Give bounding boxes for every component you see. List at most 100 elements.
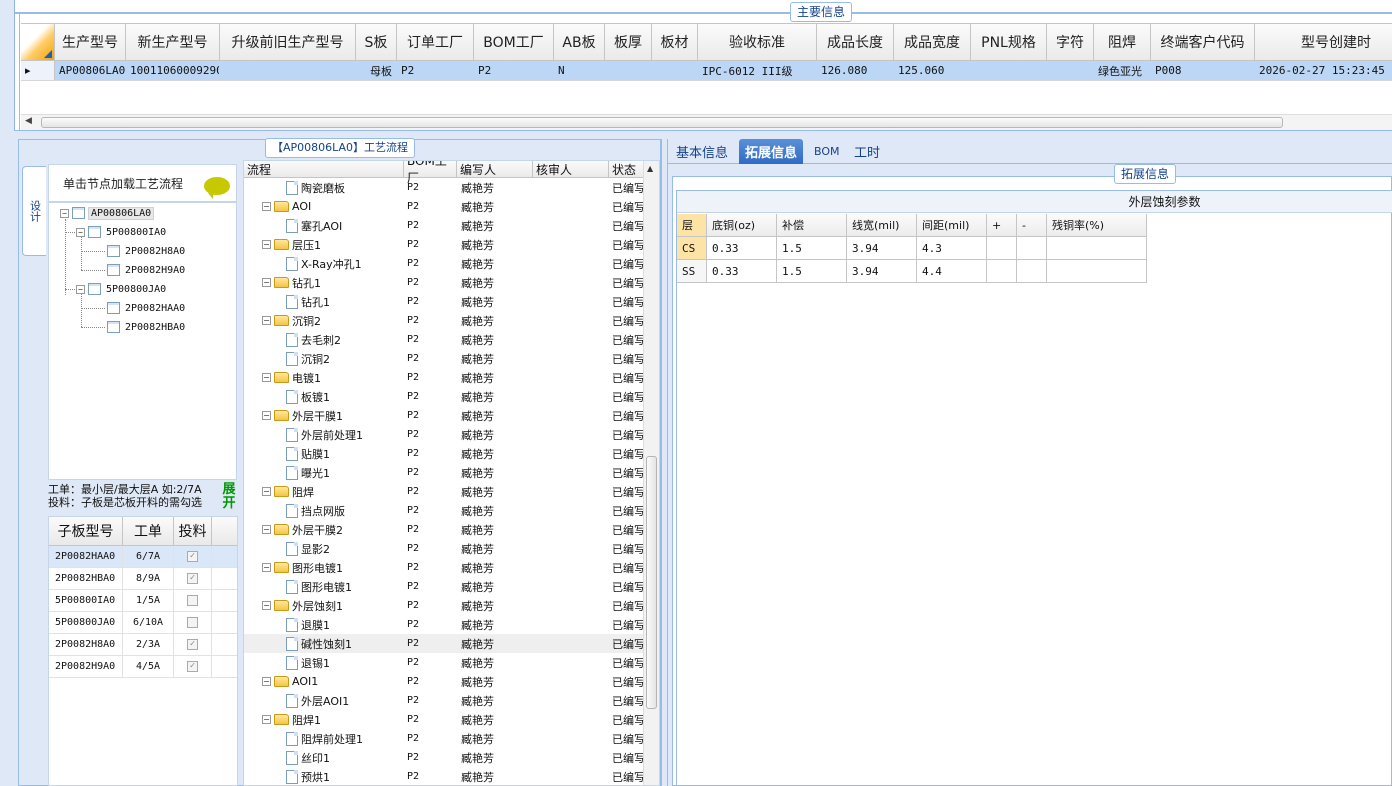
collapse-icon[interactable]: −: [262, 601, 271, 610]
vertical-splitter[interactable]: [661, 139, 668, 786]
col-header[interactable]: 投料: [174, 517, 212, 545]
cell[interactable]: 6/10A: [123, 612, 174, 633]
process-row[interactable]: − 电镀1 P2 臧艳芳 已编写: [244, 368, 645, 387]
tree-node-label[interactable]: 5P00800JA0: [104, 284, 168, 295]
col-header[interactable]: 补偿: [777, 214, 847, 236]
cell[interactable]: CS: [677, 237, 707, 259]
cell[interactable]: 5P00800IA0: [49, 590, 123, 611]
col-header[interactable]: BOM工厂: [474, 24, 554, 60]
process-label[interactable]: 挡点网版: [301, 503, 345, 519]
process-row[interactable]: − 图形电镀1 P2 臧艳芳 已编写: [244, 558, 645, 577]
process-row[interactable]: 挡点网版 P2 臧艳芳 已编写: [244, 501, 645, 520]
cell[interactable]: 2P0082HBA0: [49, 568, 123, 589]
tree-node-label[interactable]: 2P0082HAA0: [123, 303, 187, 314]
cell[interactable]: IPC-6012 III级: [698, 61, 817, 80]
feed-checkbox[interactable]: ✓: [187, 661, 198, 672]
process-label[interactable]: 钻孔1: [301, 294, 330, 310]
process-row[interactable]: 沉铜2 P2 臧艳芳 已编写: [244, 349, 645, 368]
cell[interactable]: 126.080: [817, 61, 894, 80]
col-header[interactable]: 子板型号: [49, 517, 123, 545]
process-label[interactable]: 外层蚀刻1: [292, 598, 343, 614]
process-row[interactable]: 退锡1 P2 臧艳芳 已编写: [244, 653, 645, 672]
process-row[interactable]: − 沉铜2 P2 臧艳芳 已编写: [244, 311, 645, 330]
cell[interactable]: 6/7A: [123, 546, 174, 567]
process-label[interactable]: 阻焊1: [292, 712, 321, 728]
cell[interactable]: 3.94: [847, 260, 917, 282]
process-label[interactable]: 沉铜2: [301, 351, 330, 367]
col-header[interactable]: -: [1017, 214, 1047, 236]
process-row[interactable]: 阻焊前处理1 P2 臧艳芳 已编写: [244, 729, 645, 748]
tab-basic-info[interactable]: 基本信息: [670, 139, 734, 164]
process-row[interactable]: 图形电镀1 P2 臧艳芳 已编写: [244, 577, 645, 596]
tree-node-label[interactable]: AP00806LA0: [88, 206, 155, 220]
horizontal-splitter[interactable]: [14, 130, 1392, 138]
collapse-icon[interactable]: −: [262, 240, 271, 249]
table-row[interactable]: ▸ AP00806LA0 10011060009290 母板 P2 P2 N I…: [21, 61, 1392, 81]
col-header[interactable]: 板厚: [605, 24, 652, 60]
cell[interactable]: 母板: [356, 61, 397, 80]
scroll-thumb[interactable]: [646, 456, 657, 709]
scroll-thumb[interactable]: [41, 117, 1283, 128]
process-row[interactable]: 塞孔AOI P2 臧艳芳 已编写: [244, 216, 645, 235]
process-label[interactable]: 沉铜2: [292, 313, 321, 329]
feed-checkbox[interactable]: ✓: [187, 639, 198, 650]
process-row[interactable]: − 层压1 P2 臧艳芳 已编写: [244, 235, 645, 254]
cell[interactable]: 0.33: [707, 260, 777, 282]
process-row[interactable]: 贴膜1 P2 臧艳芳 已编写: [244, 444, 645, 463]
cell[interactable]: [220, 61, 356, 80]
cell[interactable]: [1047, 61, 1094, 80]
col-header[interactable]: 层: [677, 214, 707, 236]
process-row[interactable]: − 外层干膜2 P2 臧艳芳 已编写: [244, 520, 645, 539]
tree-node-label[interactable]: 2P0082HBA0: [123, 322, 187, 333]
collapse-icon[interactable]: −: [76, 227, 85, 237]
cell[interactable]: 0.33: [707, 237, 777, 259]
col-header[interactable]: 状态: [609, 161, 645, 177]
cell[interactable]: [605, 61, 652, 80]
feed-checkbox[interactable]: ✓: [187, 551, 198, 562]
process-label[interactable]: 图形电镀1: [292, 560, 343, 576]
process-label[interactable]: 曝光1: [301, 465, 330, 481]
tab-extension-info[interactable]: 拓展信息: [739, 139, 804, 164]
process-row[interactable]: − 钻孔1 P2 臧艳芳 已编写: [244, 273, 645, 292]
col-header[interactable]: 生产型号: [55, 24, 126, 60]
process-row[interactable]: 预烘1 P2 臧艳芳 已编写: [244, 767, 645, 785]
cell[interactable]: [1017, 237, 1047, 259]
process-row[interactable]: 曝光1 P2 臧艳芳 已编写: [244, 463, 645, 482]
tree-node-label[interactable]: 5P00800IA0: [104, 227, 168, 238]
process-row[interactable]: − 外层干膜1 P2 臧艳芳 已编写: [244, 406, 645, 425]
cell[interactable]: 3.94: [847, 237, 917, 259]
tree-node[interactable]: 2P0082H9A0: [107, 262, 187, 278]
col-header[interactable]: S板: [356, 24, 397, 60]
collapse-icon[interactable]: −: [262, 411, 271, 420]
scroll-left-icon[interactable]: ◀: [25, 116, 32, 126]
process-label[interactable]: 阻焊前处理1: [301, 731, 363, 747]
tree-node[interactable]: 2P0082HBA0: [107, 319, 187, 335]
process-label[interactable]: 碱性蚀刻1: [301, 636, 352, 652]
collapse-icon[interactable]: −: [262, 373, 271, 382]
col-header[interactable]: 升级前旧生产型号: [220, 24, 356, 60]
tree-node[interactable]: 2P0082H8A0: [107, 243, 187, 259]
col-header[interactable]: BOM工厂: [404, 161, 457, 185]
collapse-icon[interactable]: −: [262, 278, 271, 287]
cell[interactable]: 4.3: [917, 237, 987, 259]
process-label[interactable]: 丝印1: [301, 750, 330, 766]
grid-corner[interactable]: [21, 24, 55, 60]
cell[interactable]: 2026-02-27 15:23:45: [1255, 61, 1392, 80]
col-header[interactable]: +: [987, 214, 1017, 236]
cell[interactable]: P2: [474, 61, 554, 80]
process-label[interactable]: 外层干膜1: [292, 408, 343, 424]
cell[interactable]: 2P0082H8A0: [49, 634, 123, 655]
collapse-icon[interactable]: −: [60, 208, 69, 218]
col-header[interactable]: AB板: [554, 24, 605, 60]
process-row[interactable]: 板镀1 P2 臧艳芳 已编写: [244, 387, 645, 406]
col-header[interactable]: 底铜(oz): [707, 214, 777, 236]
col-header[interactable]: 成品宽度: [894, 24, 971, 60]
col-header[interactable]: 字符: [1047, 24, 1094, 60]
process-label[interactable]: 塞孔AOI: [301, 218, 342, 234]
cell[interactable]: [652, 61, 698, 80]
tree-node[interactable]: 2P0082HAA0: [107, 300, 187, 316]
process-label[interactable]: 去毛刺2: [301, 332, 341, 348]
cell[interactable]: 4/5A: [123, 656, 174, 677]
tree-node-root[interactable]: − AP00806LA0: [60, 205, 155, 221]
expand-button[interactable]: 展开: [220, 483, 238, 511]
